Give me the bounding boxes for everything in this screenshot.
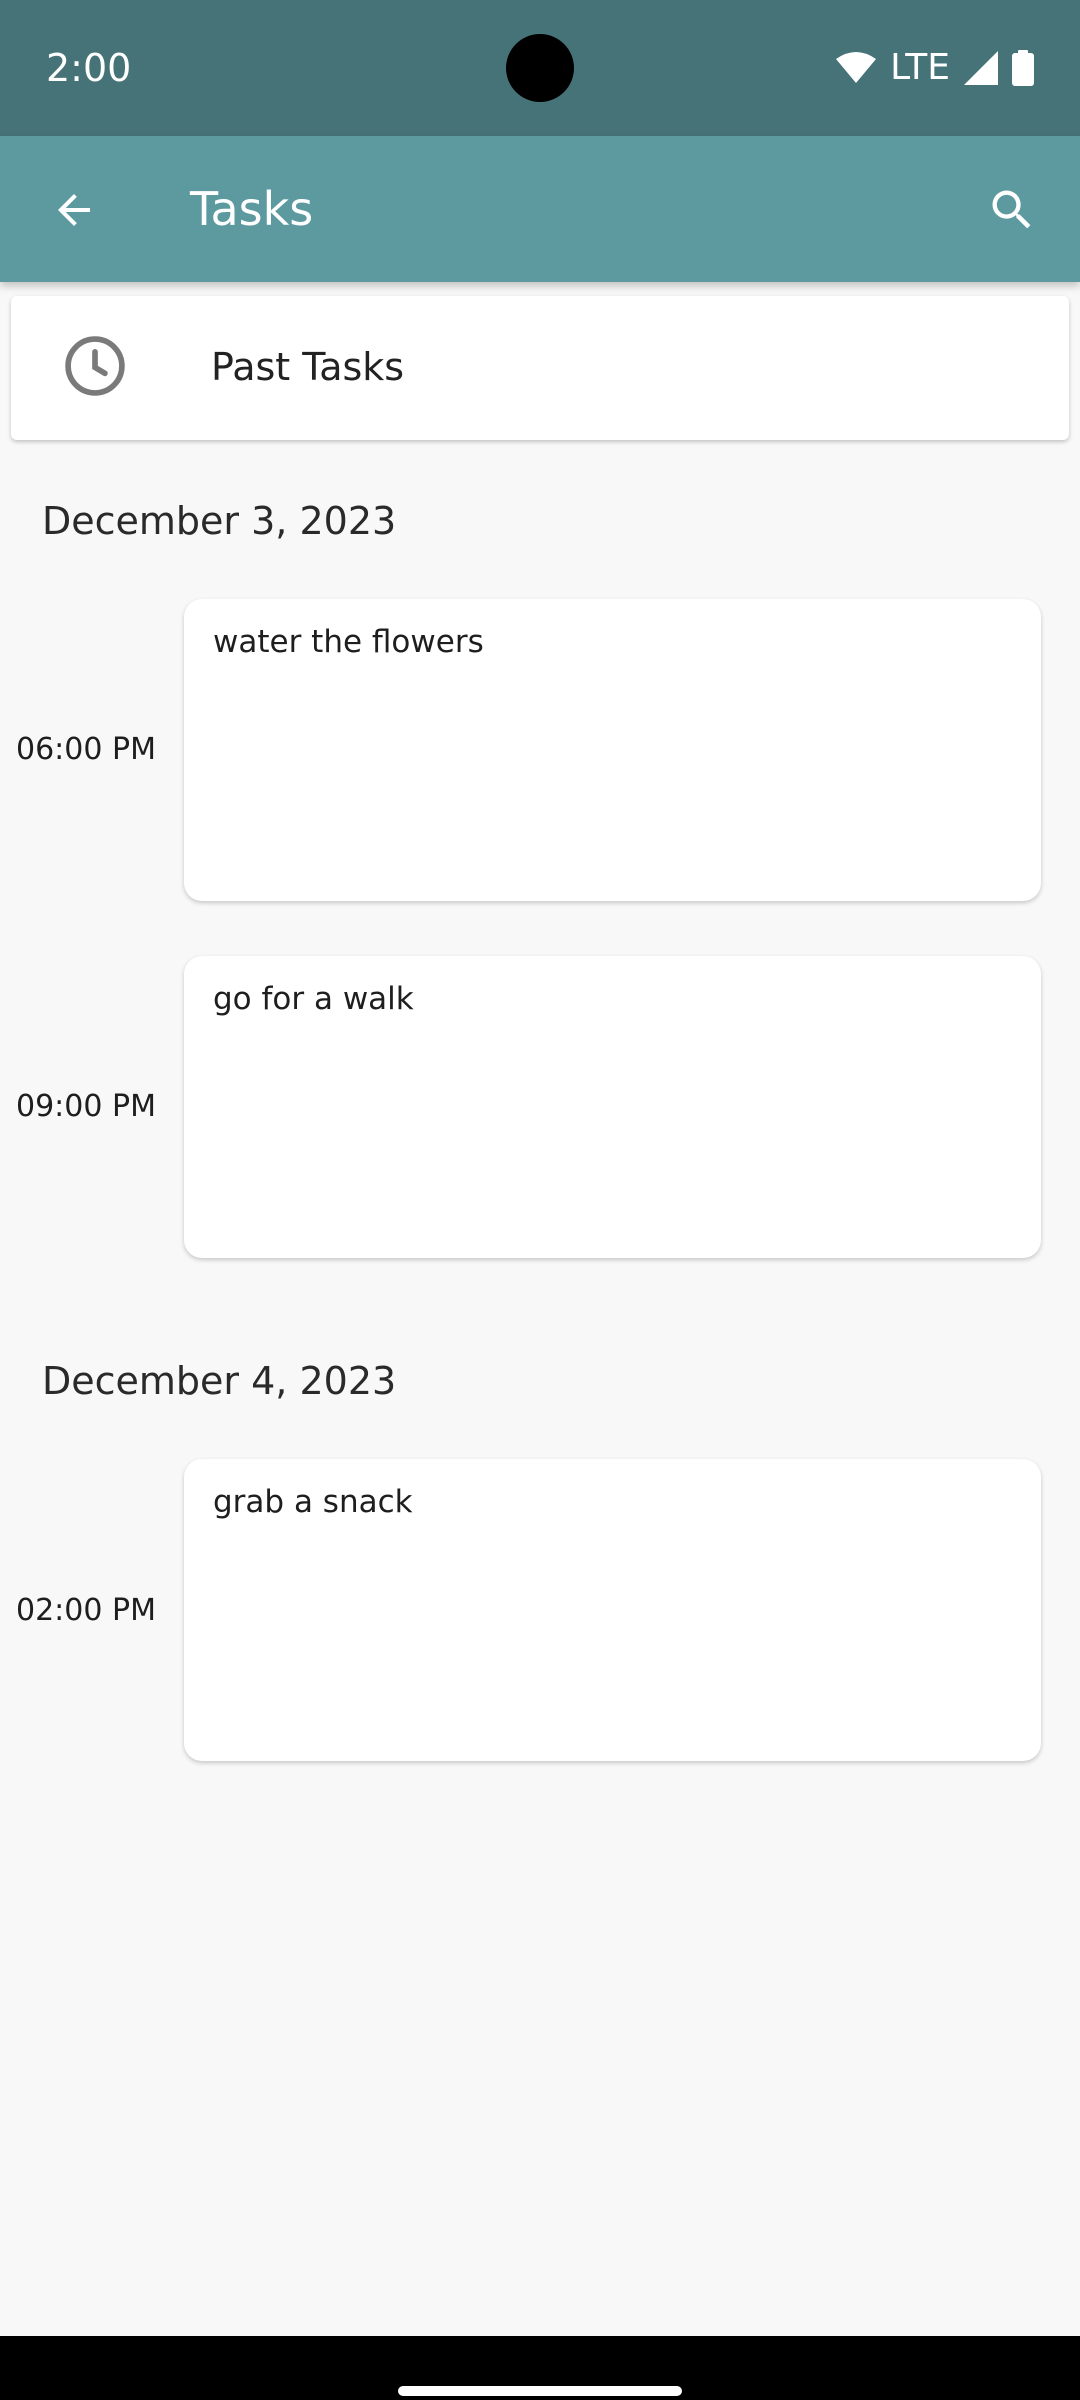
status-bar: 2:00 LTE [0, 0, 1080, 136]
battery-icon [1012, 50, 1034, 86]
past-tasks-label: Past Tasks [211, 345, 405, 389]
task-card[interactable]: grab a snack [184, 1459, 1041, 1761]
search-icon [992, 190, 1031, 229]
past-tasks-button[interactable]: Past Tasks [11, 296, 1069, 440]
wifi-icon [836, 52, 877, 83]
network-type: LTE [890, 47, 950, 88]
arrow-left-icon [58, 194, 90, 226]
task-time: 06:00 PM [16, 732, 156, 767]
task-title: grab a snack [213, 1484, 413, 1520]
date-header: December 3, 2023 [42, 499, 397, 543]
status-icons: LTE [822, 46, 1034, 90]
status-time: 2:00 [46, 46, 132, 90]
date-header: December 4, 2023 [42, 1359, 397, 1403]
page-title: Tasks [190, 182, 314, 236]
task-title: go for a walk [213, 981, 414, 1017]
cell-signal-icon [964, 51, 998, 85]
camera-cutout [506, 34, 574, 102]
task-time: 02:00 PM [16, 1593, 156, 1628]
back-button[interactable] [36, 172, 112, 248]
search-button[interactable] [974, 172, 1050, 248]
home-indicator[interactable] [398, 2386, 682, 2396]
clock-icon [65, 336, 125, 396]
task-card[interactable]: water the flowers [184, 599, 1041, 901]
tasks-screen: 2:00 LTE Tasks Past Tasks December 3, 20… [0, 0, 1080, 2400]
task-card[interactable]: go for a walk [184, 956, 1041, 1258]
task-time: 09:00 PM [16, 1089, 156, 1124]
task-title: water the flowers [213, 624, 484, 660]
app-bar: Tasks [0, 136, 1080, 282]
